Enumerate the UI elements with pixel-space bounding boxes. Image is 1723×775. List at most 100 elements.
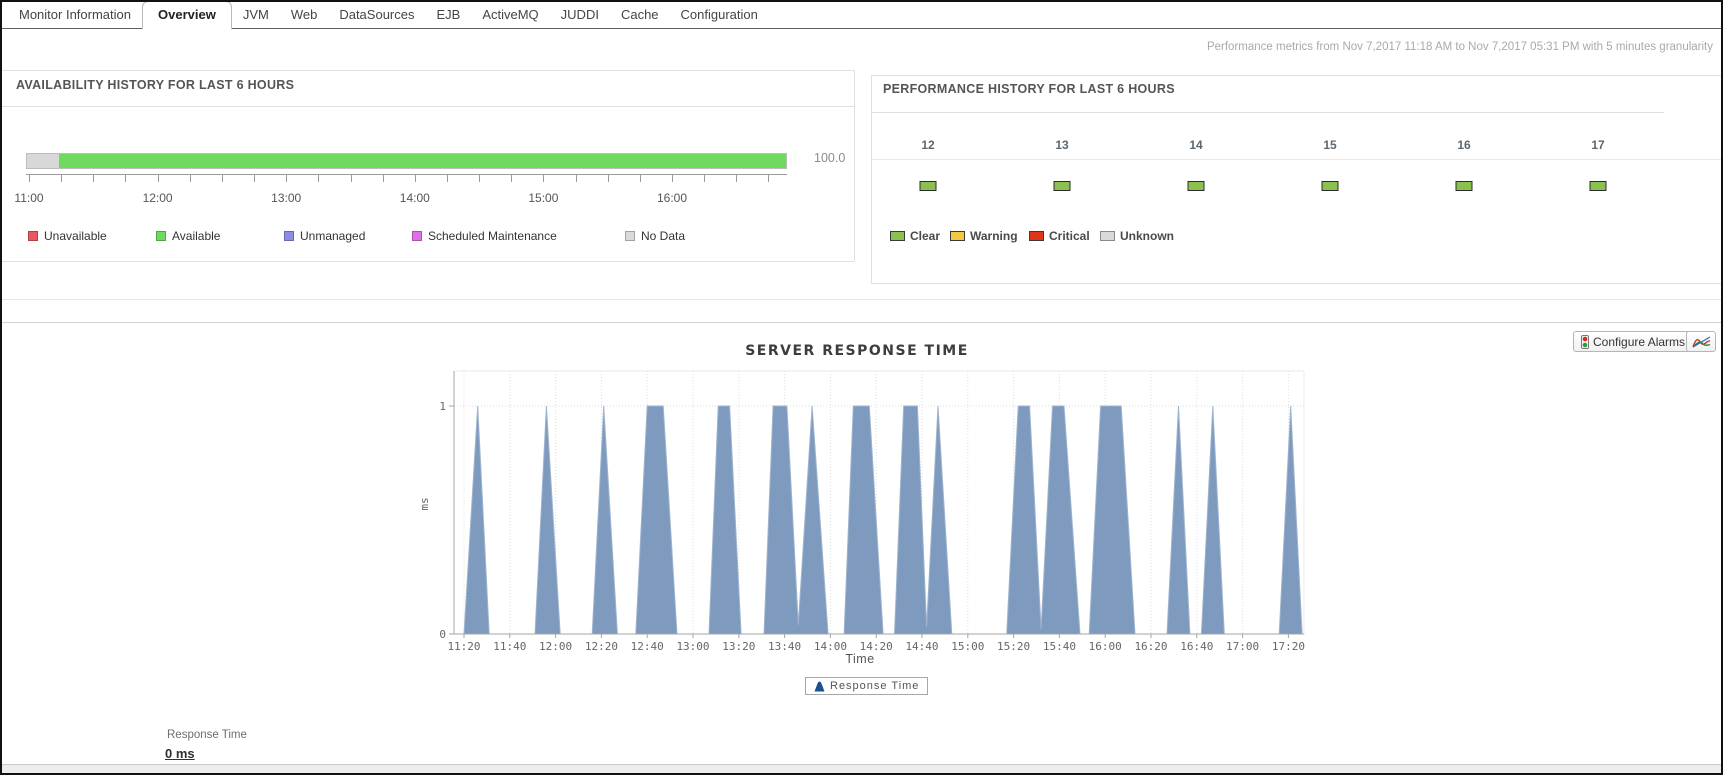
ruler-tick [29,175,30,182]
availability-header-divider [2,106,854,107]
tab-monitor-information[interactable]: Monitor Information [8,2,142,28]
performance-hour-label-14: 14 [1189,138,1202,152]
bottom-strip [2,764,1721,775]
availability-percent-label: 100.0 [814,151,845,165]
performance-panel-border-left [871,75,872,283]
availability-legend-unavailable: Unavailable [28,229,107,243]
tab-juddi[interactable]: JUDDI [550,2,610,28]
availability-segment-no-data [27,154,59,168]
tab-ejb[interactable]: EJB [425,2,471,28]
availability-bar [26,153,787,169]
availability-hour-label: 12:00 [143,191,173,205]
performance-status-box-14[interactable] [1188,181,1205,191]
ruler-tick [93,175,94,182]
x-tick-label: 15:00 [951,640,984,653]
ruler-tick [479,175,480,182]
performance-status-box-13[interactable] [1054,181,1071,191]
mini-chart-icon [1692,335,1711,348]
tab-cache[interactable]: Cache [610,2,670,28]
ruler-tick [511,175,512,182]
tab-overview[interactable]: Overview [142,1,232,30]
footer-metric-value-link[interactable]: 0 ms [165,746,195,761]
x-tick-label: 17:20 [1272,640,1305,653]
legend-swatch [890,231,905,241]
performance-hour-label-16: 16 [1457,138,1470,152]
ruler-tick [672,175,673,182]
response-time-chart: 0111:2011:4012:0012:2012:4013:0013:2013:… [412,352,1322,672]
tab-bar: Monitor InformationOverviewJVMWebDataSou… [2,2,1721,29]
ruler-tick [608,175,609,182]
legend-label: Unmanaged [300,229,365,243]
performance-panel-title: PERFORMANCE HISTORY FOR LAST 6 HOURS [883,82,1175,96]
y-axis-title: ms [418,497,431,510]
performance-legend-critical: Critical [1029,229,1090,243]
availability-hour-label: 15:00 [528,191,558,205]
performance-hour-label-12: 12 [921,138,934,152]
availability-panel-border-right [854,70,855,261]
availability-legend-no-data: No Data [625,229,685,243]
metrics-period-note: Performance metrics from Nov 7,2017 11:1… [1207,41,1713,53]
chart-xaxis-title: Time [810,652,910,666]
x-tick-label: 11:40 [493,640,526,653]
legend-swatch [284,231,294,241]
ruler-tick [318,175,319,182]
performance-hour-label-15: 15 [1323,138,1336,152]
availability-legend-unmanaged: Unmanaged [284,229,365,243]
legend-label: Warning [970,229,1018,243]
configure-alarms-button[interactable]: Configure Alarms [1573,331,1693,352]
ruler-tick [351,175,352,182]
performance-panel-border-bottom [871,283,1723,284]
y-tick-label: 0 [439,628,446,641]
x-tick-label: 16:20 [1134,640,1167,653]
availability-hour-label: 14:00 [400,191,430,205]
x-tick-label: 14:40 [905,640,938,653]
ruler-tick [768,175,769,182]
availability-hour-label: 11:00 [14,191,43,205]
performance-panel-border-top [871,75,1723,76]
availability-hour-label: 13:00 [271,191,301,205]
performance-hours-divider [871,159,1723,160]
performance-status-box-12[interactable] [920,181,937,191]
section-divider-chart [2,322,1723,323]
ruler-tick [222,175,223,182]
legend-label: Scheduled Maintenance [428,229,557,243]
legend-label: No Data [641,229,685,243]
performance-status-box-16[interactable] [1456,181,1473,191]
x-tick-label: 15:20 [997,640,1030,653]
tab-jvm[interactable]: JVM [232,2,280,28]
performance-status-box-17[interactable] [1590,181,1607,191]
availability-legend-scheduled-maintenance: Scheduled Maintenance [412,229,557,243]
configure-alarms-label: Configure Alarms [1593,335,1685,349]
ruler-tick [286,175,287,182]
legend-swatch [1029,231,1044,241]
chart-legend-label: Response Time [830,680,919,692]
chart-settings-button[interactable] [1686,331,1716,352]
legend-swatch [28,231,38,241]
legend-label: Clear [910,229,940,243]
legend-swatch [156,231,166,241]
legend-label: Available [172,229,220,243]
tab-web[interactable]: Web [280,2,329,28]
x-tick-label: 16:00 [1089,640,1122,653]
performance-status-box-15[interactable] [1322,181,1339,191]
availability-segment-available [59,154,786,168]
ruler-tick [447,175,448,182]
section-divider-upper [2,299,1723,300]
legend-swatch [950,231,965,241]
x-tick-label: 17:00 [1226,640,1259,653]
tab-datasources[interactable]: DataSources [328,2,425,28]
ruler-tick [640,175,641,182]
performance-legend-unknown: Unknown [1100,229,1174,243]
x-tick-label: 16:40 [1180,640,1213,653]
ruler-tick [543,175,544,182]
x-tick-label: 12:20 [585,640,618,653]
x-tick-label: 12:00 [539,640,572,653]
tab-configuration[interactable]: Configuration [670,2,769,28]
app-window: Monitor InformationOverviewJVMWebDataSou… [0,0,1723,775]
x-tick-label: 13:20 [722,640,755,653]
ruler-tick [383,175,384,182]
x-tick-label: 15:40 [1043,640,1076,653]
ruler-tick [158,175,159,182]
tab-activemq[interactable]: ActiveMQ [471,2,549,28]
ruler-tick [254,175,255,182]
